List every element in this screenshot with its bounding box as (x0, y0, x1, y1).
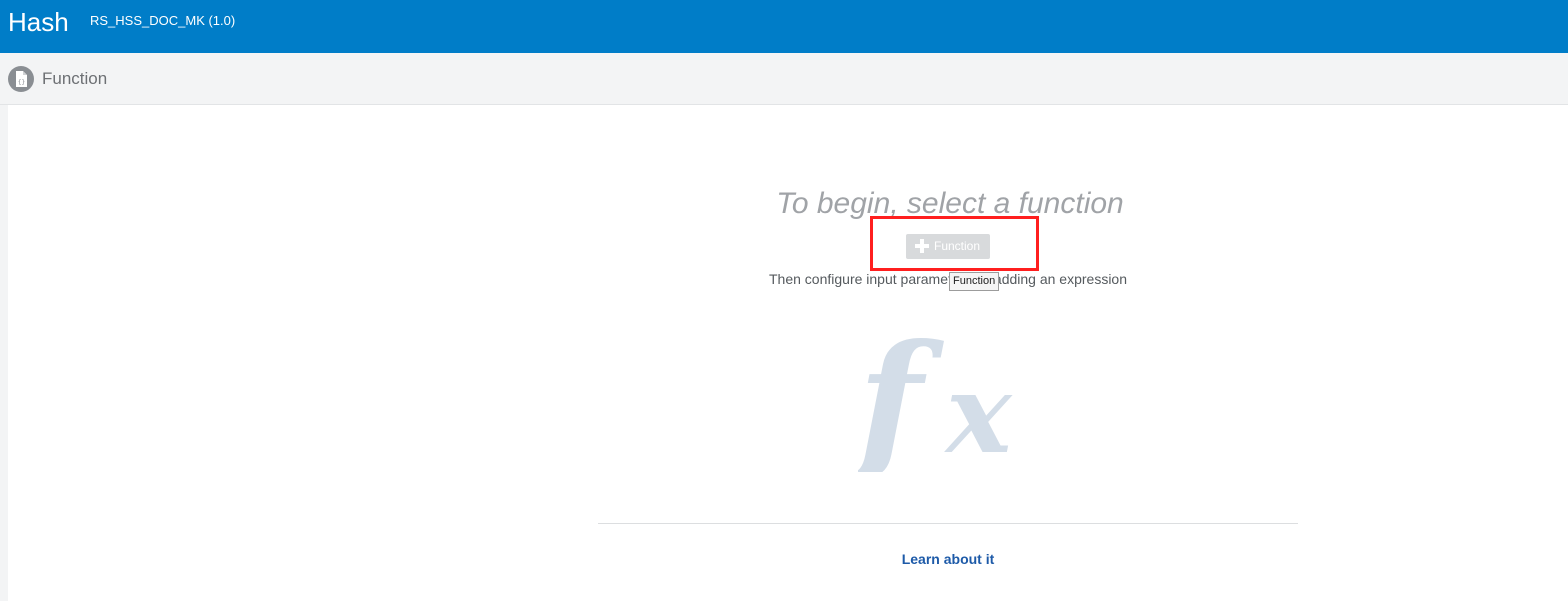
document-function-icon: {} (8, 66, 34, 92)
section-header: {} Function (0, 53, 1568, 105)
instruction-text: Then configure input parameters by addin… (769, 271, 1127, 287)
main-canvas (8, 105, 1568, 601)
divider (598, 523, 1298, 524)
left-gutter (0, 105, 8, 601)
svg-text:x: x (944, 349, 1013, 472)
app-subtitle: RS_HSS_DOC_MK (1.0) (90, 13, 236, 28)
add-function-button[interactable]: Function (906, 234, 990, 259)
svg-text:{}: {} (18, 79, 25, 86)
app-title: Hash (8, 7, 69, 37)
add-function-label: Function (934, 239, 981, 253)
section-title: Function (42, 69, 108, 88)
app-header: Hash RS_HSS_DOC_MK (1.0) (0, 0, 1568, 53)
plus-icon (915, 239, 929, 253)
empty-state-headline: To begin, select a function (776, 187, 1124, 220)
function-tooltip: Function (949, 272, 1000, 291)
svg-text:f: f (858, 312, 944, 472)
fx-icon: f x (849, 312, 1038, 488)
learn-about-it-link[interactable]: Learn about it (848, 550, 1048, 568)
